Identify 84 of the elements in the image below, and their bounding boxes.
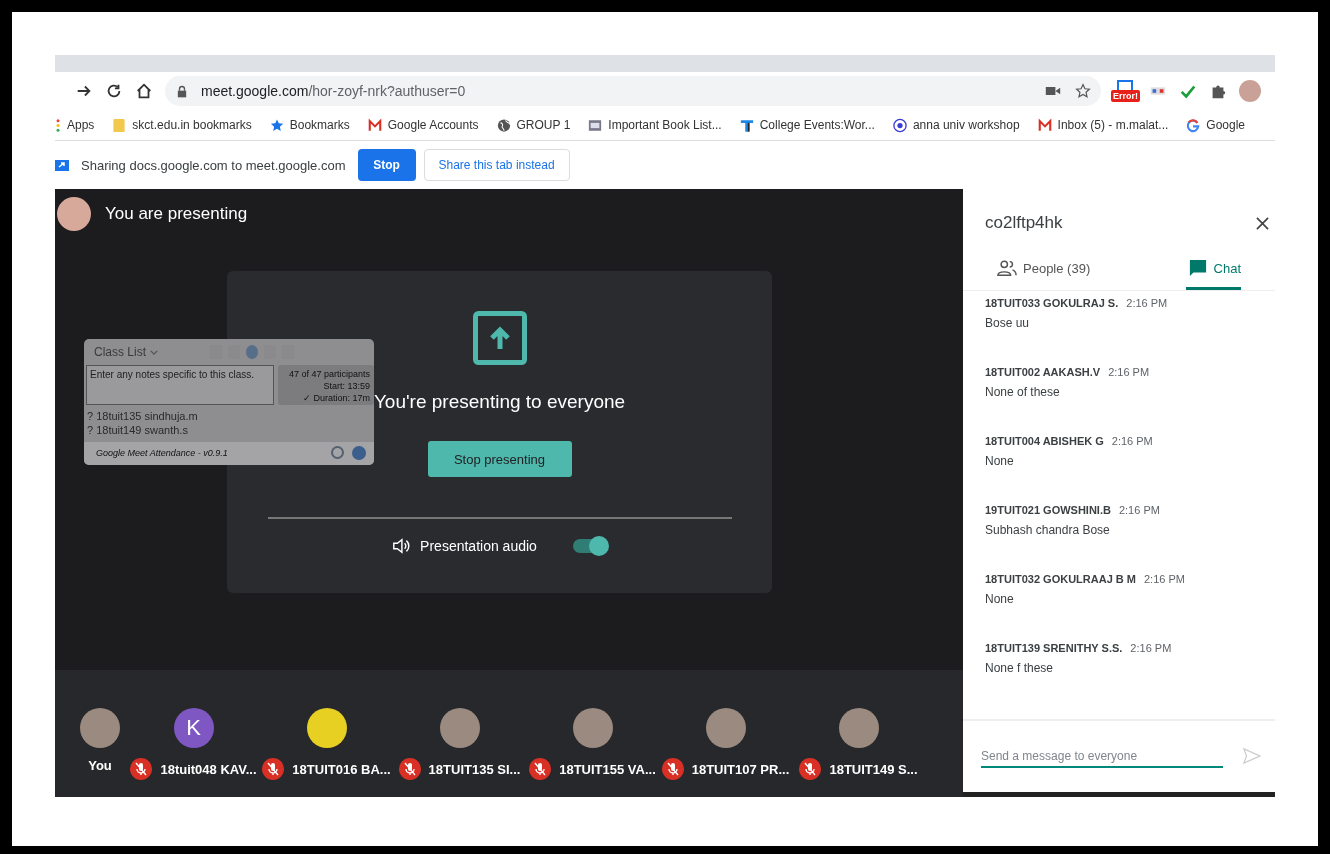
photo-placeholder bbox=[838, 708, 879, 748]
class-list-dropdown[interactable]: Class List bbox=[94, 345, 158, 359]
share-this-tab-button[interactable]: Share this tab instead bbox=[423, 149, 570, 181]
presentation-audio-label: Presentation audio bbox=[420, 538, 537, 554]
message-sender: 18TUIT032 GOKULRAAJ B M bbox=[985, 573, 1136, 585]
stop-presenting-button[interactable]: Stop presenting bbox=[427, 441, 572, 477]
meeting-code: co2lftp4hk bbox=[985, 213, 1063, 233]
presenting-title: You are presenting bbox=[105, 204, 248, 224]
bookmark-item[interactable]: Bookmarks bbox=[269, 117, 350, 133]
share-screen-icon bbox=[55, 158, 69, 172]
participant-name: 18TUIT135 SI... bbox=[428, 761, 521, 777]
message-sender: 19TUIT021 GOWSHINI.B bbox=[985, 504, 1111, 516]
sharing-message: Sharing docs.google.com to meet.google.com bbox=[81, 157, 346, 173]
message-text: Subhash chandra Bose bbox=[985, 523, 1111, 537]
t-logo-icon bbox=[739, 117, 754, 133]
people-icon bbox=[997, 259, 1017, 277]
message-text: None f these bbox=[985, 661, 1055, 675]
chat-bubble-icon bbox=[1187, 259, 1208, 277]
caret-icon bbox=[150, 349, 158, 355]
url-text: meet.google.com/hor-zoyf-nrk?authuser=0 bbox=[201, 83, 466, 99]
stop-sharing-button[interactable]: Stop bbox=[357, 149, 416, 181]
participant-avatar: K bbox=[173, 708, 214, 748]
participant-name: You bbox=[88, 758, 112, 773]
user-avatar bbox=[57, 197, 91, 231]
message-text: Bose uu bbox=[985, 316, 1031, 330]
mail-icon bbox=[367, 117, 382, 133]
lock-icon bbox=[177, 84, 187, 98]
extension-footer: Google Meet Attendance - v0.9.1 bbox=[96, 447, 228, 458]
attendance-stat: ✓ Duration: 17m bbox=[301, 392, 370, 405]
message-sender: 18TUIT139 SRENITHY S.S. bbox=[985, 642, 1123, 654]
star-icon bbox=[269, 117, 284, 133]
panel-tab[interactable]: Chat bbox=[1185, 259, 1241, 290]
photo-placeholder bbox=[80, 708, 120, 748]
bookmark-item[interactable]: Apps bbox=[55, 117, 95, 133]
presenting-message: You're presenting to everyone bbox=[373, 391, 626, 413]
participant-name: 18TUIT107 PR... bbox=[691, 761, 790, 777]
bookmark-item[interactable]: Google Accounts bbox=[367, 117, 479, 133]
message-time: 2:16 PM bbox=[1118, 504, 1160, 516]
google-icon bbox=[1186, 117, 1201, 133]
message-time: 2:16 PM bbox=[1126, 297, 1168, 309]
participant-name: 18TUIT016 BA... bbox=[292, 761, 391, 777]
participant-name: 18tuit048 KAV... bbox=[160, 761, 257, 777]
address-bar[interactable]: meet.google.com/hor-zoyf-nrk?authuser=0 bbox=[165, 76, 1101, 106]
bookmark-item[interactable]: anna univ workshop bbox=[892, 117, 1020, 133]
message-time: 2:16 PM bbox=[1111, 435, 1153, 447]
message-text: None of these bbox=[985, 385, 1061, 399]
student-entry: ? 18tuit135 sindhuja.m bbox=[87, 409, 199, 424]
bookmark-item[interactable]: GROUP 1 bbox=[496, 117, 571, 133]
message-sender: 18TUIT004 ABISHEK G bbox=[985, 435, 1104, 447]
message-sender: 18TUIT033 GOKULRAJ S. bbox=[985, 297, 1119, 309]
photo-placeholder bbox=[439, 708, 480, 748]
bookmark-item[interactable]: College Events:Wor... bbox=[739, 117, 875, 133]
bookmark-item[interactable]: Important Book List... bbox=[588, 117, 722, 133]
photo-placeholder bbox=[572, 708, 613, 748]
photo-placeholder bbox=[705, 708, 746, 748]
attendance-stat: Start: 13:59 bbox=[322, 380, 370, 393]
apps-grid-icon bbox=[55, 117, 61, 133]
message-sender: 18TUIT002 AAKASH.V bbox=[985, 366, 1101, 378]
message-time: 2:16 PM bbox=[1108, 366, 1150, 378]
reload-icon[interactable] bbox=[105, 82, 123, 100]
attendance-stat: 47 of 47 participants bbox=[287, 368, 370, 381]
speaker-icon bbox=[392, 537, 411, 555]
error-badge: Error! bbox=[1111, 90, 1140, 102]
message-text: None bbox=[985, 454, 1015, 468]
message-time: 2:16 PM bbox=[1130, 642, 1172, 654]
bookmark-item[interactable]: Google bbox=[1186, 117, 1245, 133]
audio-toggle[interactable] bbox=[572, 539, 607, 553]
student-entry: ? 18tuit149 swanth.s bbox=[87, 423, 189, 438]
close-icon[interactable] bbox=[1256, 216, 1269, 230]
emblem-icon bbox=[892, 117, 907, 133]
message-text: None bbox=[985, 592, 1015, 606]
bookmark-item[interactable]: Inbox (5) - m.malat... bbox=[1037, 117, 1169, 133]
participant-name: 18TUIT155 VA... bbox=[559, 761, 656, 777]
mail-icon bbox=[1037, 117, 1052, 133]
globe-icon bbox=[496, 117, 511, 133]
book-icon bbox=[588, 117, 603, 133]
panel-tab[interactable]: People (39) bbox=[997, 259, 1091, 290]
star-icon[interactable] bbox=[1075, 83, 1091, 99]
home-icon[interactable] bbox=[135, 82, 153, 100]
notes-field[interactable]: Enter any notes specific to this class. bbox=[86, 365, 274, 405]
bookmark-item[interactable]: skct.edu.in bookmarks bbox=[112, 117, 252, 133]
folder-icon bbox=[112, 117, 127, 133]
participant-name: 18TUIT149 S... bbox=[829, 761, 918, 777]
message-time: 2:16 PM bbox=[1144, 573, 1185, 585]
